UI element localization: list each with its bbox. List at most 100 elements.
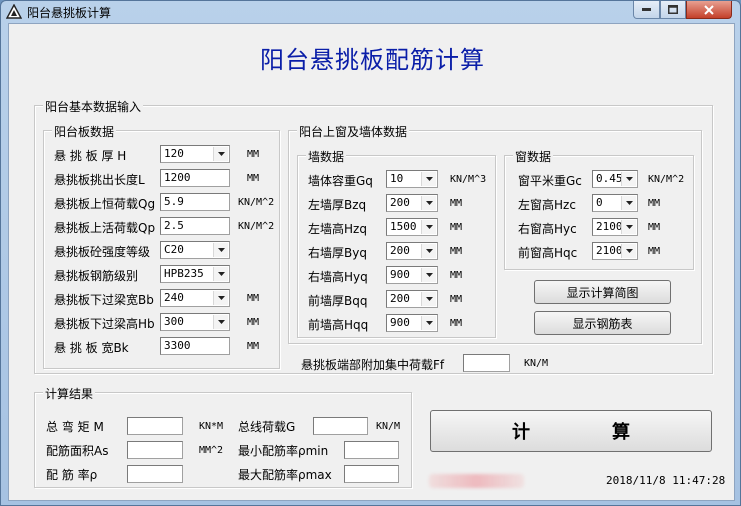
slab-input-3[interactable]: 2.5	[160, 217, 230, 235]
slab-unit-0: MM	[247, 149, 260, 160]
end-load-unit: KN/M	[524, 358, 549, 369]
wall-select-5[interactable]: 200	[386, 290, 438, 308]
max-ratio-output[interactable]	[344, 465, 399, 483]
slab-input-1[interactable]: 1200	[160, 169, 230, 187]
window-value-2: 2100	[596, 220, 623, 233]
wall-select-3[interactable]: 200	[386, 242, 438, 260]
slab-value-1: 1200	[164, 171, 191, 184]
ratio-output[interactable]	[127, 465, 183, 483]
wall-unit-0: KN/M^3	[450, 174, 487, 185]
show-diagram-button[interactable]: 显示计算简图	[534, 280, 671, 304]
window-title: 阳台悬挑板计算	[27, 6, 112, 20]
wall-select-4[interactable]: 900	[386, 266, 438, 284]
slab-input-2[interactable]: 5.9	[160, 193, 230, 211]
client-area: 阳台悬挑板配筋计算 阳台基本数据输入 阳台板数据 悬 挑 板 厚 H 120 MM 悬…	[8, 23, 735, 501]
slab-value-6: 240	[164, 291, 184, 304]
chevron-down-icon[interactable]	[421, 268, 436, 282]
window-select-3[interactable]: 2100	[592, 242, 638, 260]
slab-label-5: 悬挑板钢筋级别	[54, 269, 139, 283]
title-bar: 阳台悬挑板计算	[1, 1, 740, 23]
end-load-input[interactable]	[463, 354, 510, 372]
chevron-down-icon[interactable]	[213, 315, 228, 329]
slab-label-6: 悬挑板下过梁宽Bb	[54, 293, 154, 307]
window-label-2: 右窗高Hyc	[518, 222, 577, 236]
chevron-down-icon[interactable]	[621, 220, 636, 234]
slab-value-5: HPB235	[164, 267, 204, 280]
slab-select-6[interactable]: 240	[160, 289, 230, 307]
area-output[interactable]	[127, 441, 183, 459]
window-value-0: 0.45	[596, 172, 623, 185]
slab-value-2: 5.9	[164, 195, 184, 208]
window-data-group: 窗数据 窗平米重Gc 0.45 KN/M^2 左窗高Hzc 0 MM 右窗高Hyc 2100 M…	[504, 148, 694, 270]
min-ratio-label: 最小配筋率ρmin	[238, 444, 329, 458]
wall-value-3: 200	[390, 244, 410, 257]
window-select-2[interactable]: 2100	[592, 218, 638, 236]
blurred-region	[429, 474, 524, 488]
minimize-button[interactable]	[633, 1, 660, 19]
chevron-down-icon[interactable]	[421, 244, 436, 258]
line-load-output[interactable]	[313, 417, 368, 435]
chevron-down-icon[interactable]	[421, 316, 436, 330]
chevron-down-icon[interactable]	[421, 172, 436, 186]
wall-select-0[interactable]: 10	[386, 170, 438, 188]
slab-value-7: 300	[164, 315, 184, 328]
slab-label-7: 悬挑板下过梁高Hb	[54, 317, 155, 331]
show-rebar-table-button[interactable]: 显示钢筋表	[534, 311, 671, 335]
close-icon	[704, 4, 714, 15]
slab-label-8: 悬 挑 板 宽Bk	[54, 341, 129, 355]
app-icon	[5, 3, 23, 20]
wall-label-2: 左墙高Hzq	[308, 222, 367, 236]
moment-output[interactable]	[127, 417, 183, 435]
wall-select-2[interactable]: 1500	[386, 218, 438, 236]
max-ratio-label: 最大配筋率ρmax	[238, 468, 332, 482]
calculate-button[interactable]: 计 算	[430, 410, 712, 452]
slab-value-3: 2.5	[164, 219, 184, 232]
slab-input-8[interactable]: 3300	[160, 337, 230, 355]
chevron-down-icon[interactable]	[213, 291, 228, 305]
window-label-0: 窗平米重Gc	[518, 174, 582, 188]
slab-value-8: 3300	[164, 339, 191, 352]
slab-label-0: 悬 挑 板 厚 H	[54, 149, 127, 163]
line-load-unit: KN/M	[376, 421, 401, 432]
slab-unit-2: KN/M^2	[238, 197, 275, 208]
wall-select-1[interactable]: 200	[386, 194, 438, 212]
slab-select-5[interactable]: HPB235	[160, 265, 230, 283]
maximize-icon	[668, 5, 678, 14]
min-ratio-output[interactable]	[344, 441, 399, 459]
chevron-down-icon[interactable]	[621, 196, 636, 210]
window-select-0[interactable]: 0.45	[592, 170, 638, 188]
wall-label-5: 前墙厚Bqq	[308, 294, 368, 308]
chevron-down-icon[interactable]	[421, 220, 436, 234]
window-select-1[interactable]: 0	[592, 194, 638, 212]
maximize-button[interactable]	[660, 1, 686, 19]
slab-select-7[interactable]: 300	[160, 313, 230, 331]
slab-unit-3: KN/M^2	[238, 221, 275, 232]
slab-unit-6: MM	[247, 293, 260, 304]
window-value-1: 0	[596, 196, 603, 209]
wall-label-4: 右墙高Hyq	[308, 270, 368, 284]
chevron-down-icon[interactable]	[621, 172, 636, 186]
wall-unit-3: MM	[450, 246, 463, 257]
line-load-label: 总线荷载G	[238, 420, 296, 434]
slab-select-4[interactable]: C20	[160, 241, 230, 259]
chevron-down-icon[interactable]	[213, 243, 228, 257]
wall-unit-5: MM	[450, 294, 463, 305]
slab-label-3: 悬挑板上活荷载Qp	[54, 221, 156, 235]
area-unit: MM^2	[199, 445, 224, 456]
chevron-down-icon[interactable]	[213, 267, 228, 281]
chevron-down-icon[interactable]	[421, 292, 436, 306]
slab-value-0: 120	[164, 147, 184, 160]
window-label-1: 左窗高Hzc	[518, 198, 576, 212]
slab-label-2: 悬挑板上恒荷载Qg	[54, 197, 156, 211]
window-label-3: 前窗高Hqc	[518, 246, 578, 260]
slab-select-0[interactable]: 120	[160, 145, 230, 163]
slab-value-4: C20	[164, 243, 184, 256]
chevron-down-icon[interactable]	[421, 196, 436, 210]
window-unit-1: MM	[648, 198, 661, 209]
wall-select-6[interactable]: 900	[386, 314, 438, 332]
chevron-down-icon[interactable]	[621, 244, 636, 258]
close-button[interactable]	[686, 1, 732, 19]
slab-label-1: 悬挑板挑出长度L	[54, 173, 145, 187]
chevron-down-icon[interactable]	[213, 147, 228, 161]
wall-unit-2: MM	[450, 222, 463, 233]
